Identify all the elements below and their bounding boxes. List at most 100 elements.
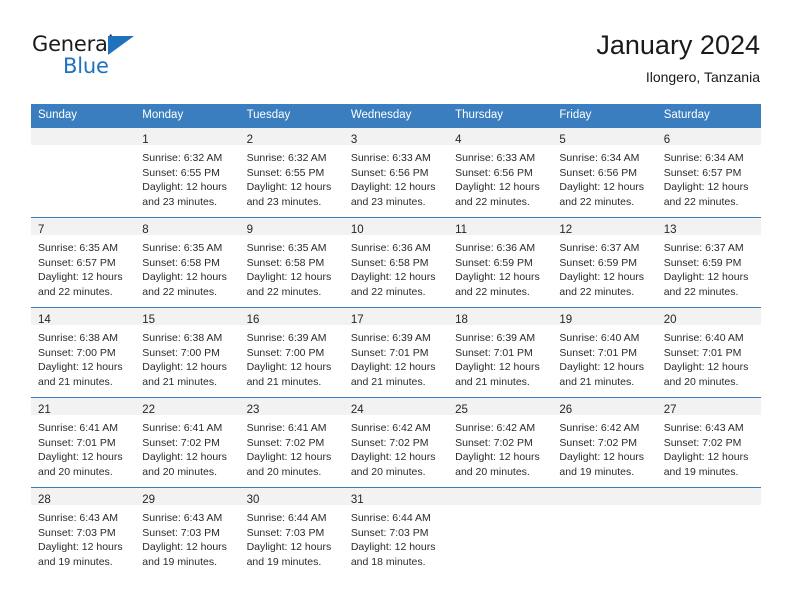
day-detail-line: Daylight: 12 hours: [559, 361, 645, 374]
day-detail-line: Daylight: 12 hours: [455, 451, 540, 464]
day-detail-line: Sunset: 7:03 PM: [142, 526, 220, 539]
calendar-day-cell[interactable]: 21 Sunrise: 6:41 AM Sunset: 7:01 PM Dayligh…: [31, 397, 136, 488]
day-detail-line: Daylight: 12 hours: [142, 451, 227, 464]
day-number-band: 6: [656, 128, 761, 146]
day-number-band: 23: [239, 398, 344, 416]
day-detail-line: Sunrise: 6:35 AM: [38, 242, 118, 254]
calendar-day-cell[interactable]: 25 Sunrise: 6:42 AM Sunset: 7:02 PM Dayligh…: [448, 397, 553, 488]
day-details: [552, 505, 656, 511]
calendar-day-cell[interactable]: 23 Sunrise: 6:41 AM Sunset: 7:02 PM Dayligh…: [239, 397, 344, 488]
day-detail-line: Daylight: 12 hours: [350, 361, 436, 374]
day-details: Sunrise: 6:39 AM Sunset: 7:01 PM Daylight:…: [448, 325, 552, 389]
day-details: [31, 145, 135, 151]
calendar-day-cell[interactable]: 5 Sunrise: 6:34 AM Sunset: 6:56 PM Daylight…: [552, 127, 657, 218]
day-detail-line: Sunrise: 6:38 AM: [38, 332, 118, 344]
calendar-day-cell[interactable]: 3 Sunrise: 6:33 AM Sunset: 6:56 PM Daylight…: [343, 127, 449, 218]
day-detail-line: and 19 minutes.: [246, 555, 322, 568]
day-detail-line: Sunrise: 6:37 AM: [663, 242, 744, 254]
day-number: 4: [455, 134, 462, 146]
calendar-day-cell[interactable]: 7 Sunrise: 6:35 AM Sunset: 6:57 PM Daylight…: [31, 217, 136, 308]
day-detail-line: and 22 minutes.: [559, 195, 635, 208]
calendar-day-cell[interactable]: 8 Sunrise: 6:35 AM Sunset: 6:58 PM Daylight…: [135, 217, 240, 308]
day-detail-line: and 20 minutes.: [142, 465, 217, 478]
calendar-day-cell[interactable]: 19 Sunrise: 6:40 AM Sunset: 7:01 PM Dayligh…: [552, 307, 657, 398]
day-number: 17: [350, 314, 364, 326]
calendar-day-cell[interactable]: 16 Sunrise: 6:39 AM Sunset: 7:00 PM Dayligh…: [239, 307, 344, 398]
calendar-week-row: 21 Sunrise: 6:41 AM Sunset: 7:01 PM Dayligh…: [31, 397, 761, 488]
day-detail-line: Sunset: 6:57 PM: [663, 166, 742, 179]
day-detail-line: Sunset: 7:02 PM: [559, 436, 638, 449]
day-detail-line: Sunset: 6:56 PM: [350, 166, 429, 179]
day-number: 31: [350, 494, 364, 506]
calendar-day-cell[interactable]: 18 Sunrise: 6:39 AM Sunset: 7:01 PM Dayligh…: [448, 307, 553, 398]
page-header: General Blue January 2024 Ilongero, Tanz…: [32, 28, 760, 100]
calendar-day-cell[interactable]: 10 Sunrise: 6:36 AM Sunset: 6:58 PM Dayligh…: [343, 217, 449, 308]
calendar-day-cell[interactable]: 1 Sunrise: 6:32 AM Sunset: 6:55 PM Daylight…: [135, 127, 240, 218]
day-detail-line: Sunset: 7:01 PM: [350, 346, 429, 359]
day-detail-line: Sunrise: 6:39 AM: [455, 332, 536, 344]
day-details: Sunrise: 6:40 AM Sunset: 7:01 PM Daylight:…: [552, 325, 656, 389]
page-title: January 2024: [596, 30, 760, 60]
day-detail-line: Daylight: 12 hours: [663, 181, 749, 194]
calendar-day-cell[interactable]: 11 Sunrise: 6:36 AM Sunset: 6:59 PM Dayligh…: [448, 217, 553, 308]
calendar-day-cell[interactable]: 29 Sunrise: 6:43 AM Sunset: 7:03 PM Dayligh…: [135, 487, 240, 578]
calendar-day-cell[interactable]: 22 Sunrise: 6:41 AM Sunset: 7:02 PM Dayligh…: [135, 397, 240, 488]
day-details: Sunrise: 6:43 AM Sunset: 7:03 PM Daylight:…: [31, 505, 135, 569]
day-number-band: 27: [656, 398, 761, 416]
day-detail-line: Sunset: 6:55 PM: [142, 166, 220, 179]
calendar-day-cell[interactable]: 2 Sunrise: 6:32 AM Sunset: 6:55 PM Daylight…: [239, 127, 344, 218]
calendar-day-cell[interactable]: 31 Sunrise: 6:44 AM Sunset: 7:03 PM Dayligh…: [343, 487, 449, 578]
day-detail-line: Sunset: 6:56 PM: [559, 166, 638, 179]
day-detail-line: and 19 minutes.: [142, 555, 217, 568]
day-details: Sunrise: 6:35 AM Sunset: 6:58 PM Daylight:…: [135, 235, 239, 299]
day-details: Sunrise: 6:41 AM Sunset: 7:02 PM Daylight:…: [240, 415, 344, 479]
day-detail-line: Sunset: 7:01 PM: [663, 346, 742, 359]
day-detail-line: Daylight: 12 hours: [142, 181, 227, 194]
day-detail-line: Sunset: 6:59 PM: [663, 256, 742, 269]
calendar-day-cell[interactable]: 24 Sunrise: 6:42 AM Sunset: 7:02 PM Dayligh…: [343, 397, 449, 488]
day-detail-line: and 22 minutes.: [455, 285, 530, 298]
day-details: Sunrise: 6:36 AM Sunset: 6:59 PM Daylight:…: [448, 235, 552, 299]
day-number: 3: [350, 134, 358, 146]
day-detail-line: and 19 minutes.: [559, 465, 635, 478]
calendar-day-cell[interactable]: 28 Sunrise: 6:43 AM Sunset: 7:03 PM Dayligh…: [31, 487, 136, 578]
day-detail-line: Sunrise: 6:44 AM: [246, 512, 327, 524]
day-detail-line: Sunset: 6:58 PM: [246, 256, 325, 269]
calendar-day-cell[interactable]: 26 Sunrise: 6:42 AM Sunset: 7:02 PM Dayligh…: [552, 397, 657, 488]
calendar-day-cell[interactable]: 15 Sunrise: 6:38 AM Sunset: 7:00 PM Dayligh…: [135, 307, 240, 398]
day-number-band: 10: [343, 218, 449, 236]
calendar-day-cell[interactable]: 27 Sunrise: 6:43 AM Sunset: 7:02 PM Dayligh…: [656, 397, 761, 488]
logo-triangle-icon: [108, 36, 134, 55]
calendar-day-cell[interactable]: 13 Sunrise: 6:37 AM Sunset: 6:59 PM Dayligh…: [656, 217, 761, 308]
day-number: 20: [663, 314, 677, 326]
calendar-day-cell[interactable]: 20 Sunrise: 6:40 AM Sunset: 7:01 PM Dayligh…: [656, 307, 761, 398]
calendar-week-row: 14 Sunrise: 6:38 AM Sunset: 7:00 PM Dayligh…: [31, 307, 761, 398]
day-detail-line: Sunset: 7:01 PM: [455, 346, 533, 359]
day-details: Sunrise: 6:35 AM Sunset: 6:58 PM Daylight:…: [240, 235, 344, 299]
day-detail-line: Sunrise: 6:32 AM: [246, 152, 327, 164]
calendar-day-cell[interactable]: 4 Sunrise: 6:33 AM Sunset: 6:56 PM Daylight…: [448, 127, 553, 218]
day-detail-line: Daylight: 12 hours: [350, 541, 436, 554]
day-detail-line: Sunrise: 6:33 AM: [455, 152, 536, 164]
day-details: Sunrise: 6:34 AM Sunset: 6:57 PM Daylight:…: [657, 145, 761, 209]
calendar-day-cell[interactable]: 9 Sunrise: 6:35 AM Sunset: 6:58 PM Daylight…: [239, 217, 344, 308]
day-number: 15: [142, 314, 156, 326]
day-number-band: 14: [31, 308, 136, 326]
day-detail-line: and 22 minutes.: [38, 285, 113, 298]
day-detail-line: Sunset: 7:02 PM: [142, 436, 220, 449]
calendar-day-cell[interactable]: 14 Sunrise: 6:38 AM Sunset: 7:00 PM Dayligh…: [31, 307, 136, 398]
day-number-band: 29: [135, 488, 240, 506]
day-number: 27: [663, 404, 677, 416]
day-detail-line: Sunrise: 6:41 AM: [38, 422, 118, 434]
day-detail-line: and 21 minutes.: [559, 375, 635, 388]
title-block: January 2024 Ilongero, Tanzania: [596, 28, 760, 88]
day-number: 9: [246, 224, 253, 236]
calendar-day-cell[interactable]: 12 Sunrise: 6:37 AM Sunset: 6:59 PM Dayligh…: [552, 217, 657, 308]
calendar-day-cell[interactable]: 17 Sunrise: 6:39 AM Sunset: 7:01 PM Dayligh…: [343, 307, 449, 398]
day-number: 24: [350, 404, 364, 416]
calendar-day-cell[interactable]: 6 Sunrise: 6:34 AM Sunset: 6:57 PM Daylight…: [656, 127, 761, 218]
day-detail-line: Sunset: 6:57 PM: [38, 256, 116, 269]
day-detail-line: Daylight: 12 hours: [246, 361, 332, 374]
day-number: 13: [663, 224, 677, 236]
calendar-day-cell[interactable]: 30 Sunrise: 6:44 AM Sunset: 7:03 PM Dayligh…: [239, 487, 344, 578]
